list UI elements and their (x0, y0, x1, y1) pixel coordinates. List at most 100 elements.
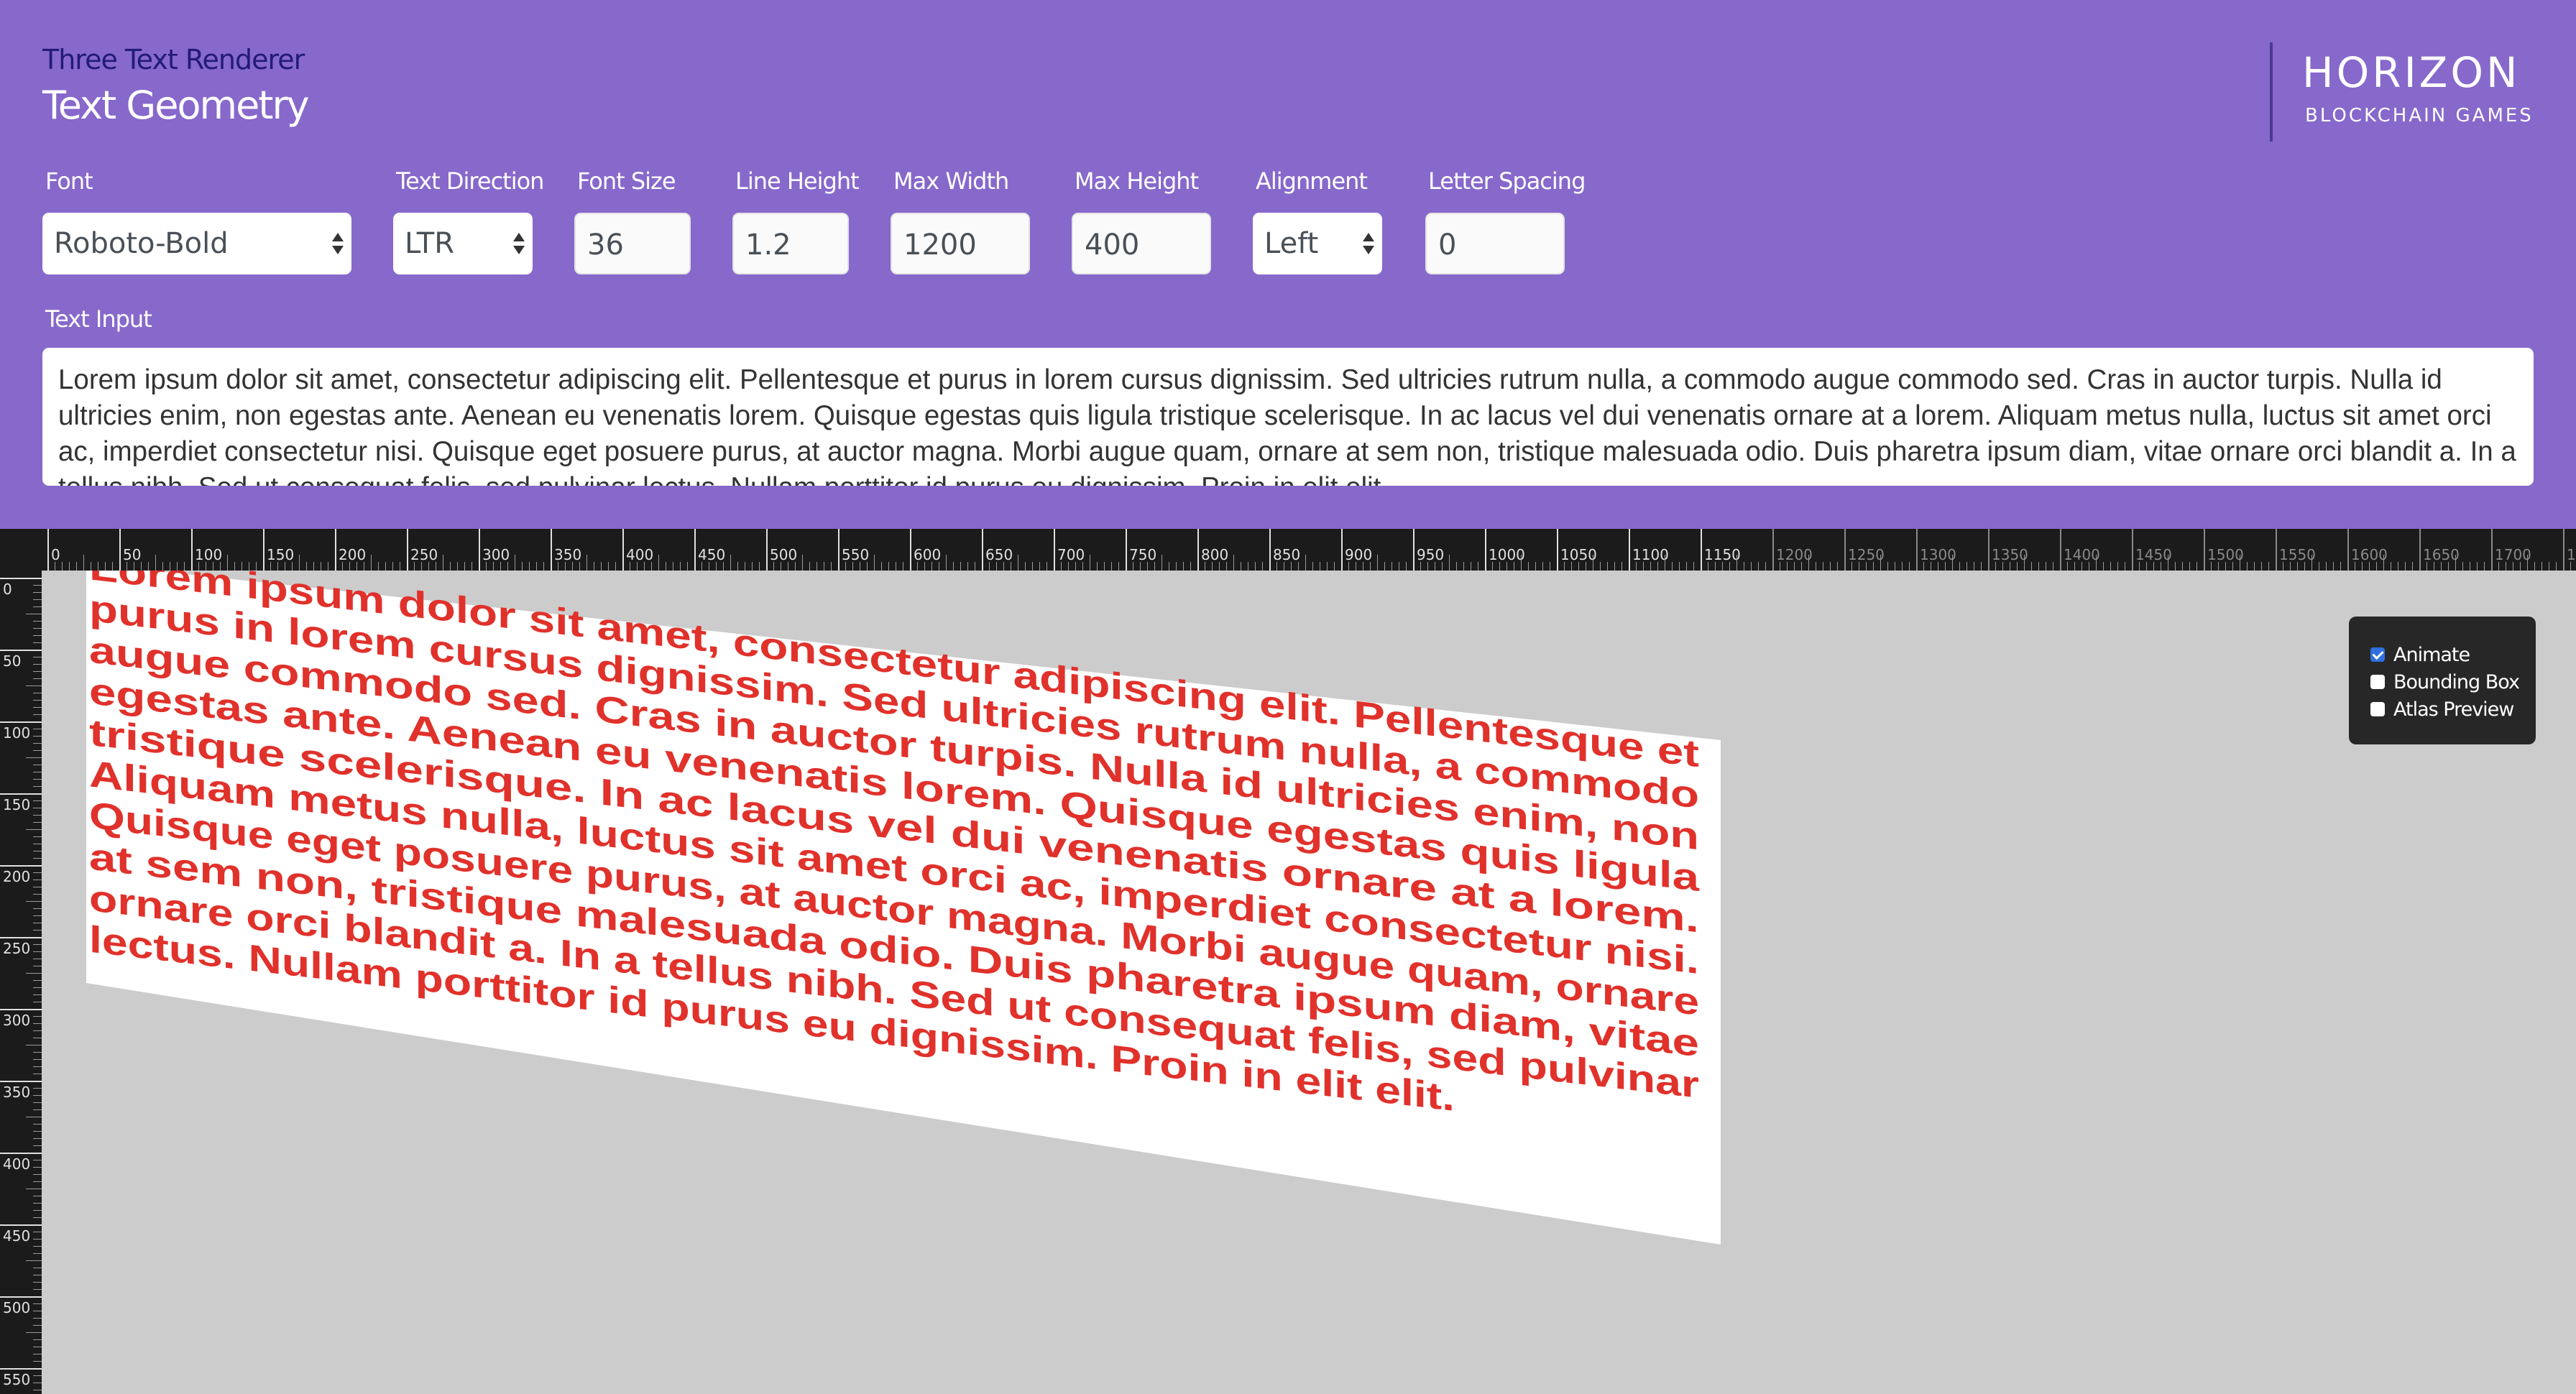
ruler-minor-tick (1312, 562, 1313, 571)
ruler-minor-tick (1370, 562, 1371, 571)
ruler-minor-tick (759, 562, 760, 571)
ruler-major-tick (2563, 529, 2564, 571)
ruler-minor-tick (2067, 562, 2068, 571)
ruler-vertical: 0 50 100 150 200 250 300 350 400 450 500 550 (0, 571, 42, 1394)
option-bounding-box[interactable]: Bounding Box (2370, 668, 2536, 696)
max-width-input[interactable]: 1200 (891, 213, 1030, 274)
render-viewport[interactable]: Lorem ipsum dolor sit amet, consectetur … (42, 571, 2576, 1394)
ruler-major-tick (407, 529, 408, 571)
ruler-major-tick (1844, 529, 1846, 571)
ruler-minor-tick (1061, 562, 1062, 571)
ruler-minor-tick (2110, 562, 2111, 571)
ruler-minor-tick (33, 1303, 42, 1304)
ruler-minor-tick (33, 671, 42, 672)
ruler-minor-tick (1442, 562, 1443, 571)
ruler-major-tick (0, 650, 42, 651)
ruler-minor-tick (2153, 562, 2154, 571)
ruler-tick-label: 550 (3, 1371, 31, 1388)
ruler-minor-tick (457, 562, 458, 571)
ruler-tick-label: 900 (1345, 546, 1373, 563)
ruler-minor-tick (565, 562, 566, 571)
ruler-minor-tick (874, 555, 875, 571)
ruler-minor-tick (989, 562, 990, 571)
ruler-tick-label: 100 (195, 546, 223, 563)
ruler-minor-tick (1571, 562, 1572, 571)
ruler-minor-tick (306, 562, 307, 571)
ruler-minor-tick (1449, 555, 1450, 571)
ruler-minor-tick (2031, 562, 2032, 571)
ruler-major-tick (910, 529, 911, 571)
ruler-minor-tick (802, 555, 803, 571)
ruler-minor-tick (105, 562, 106, 571)
text-direction-label: Text Direction (396, 167, 544, 195)
ruler-minor-tick (1104, 562, 1105, 571)
ruler-minor-tick (2448, 562, 2449, 571)
ruler-minor-tick (1291, 562, 1292, 571)
max-height-label: Max Height (1075, 167, 1199, 195)
ruler-major-tick (1557, 529, 1558, 571)
line-height-label: Line Height (735, 167, 860, 195)
ruler-minor-tick (26, 1045, 42, 1046)
letter-spacing-input[interactable]: 0 (1425, 213, 1565, 274)
ruler-minor-tick (155, 555, 156, 571)
ruler-major-tick (1341, 529, 1343, 571)
ruler-minor-tick (1952, 555, 1953, 571)
ruler-minor-tick (1722, 562, 1723, 571)
ruler-minor-tick (26, 829, 42, 830)
ruler-minor-tick (2369, 562, 2370, 571)
ruler-minor-tick (1643, 562, 1644, 571)
ruler-minor-tick (2477, 562, 2478, 571)
atlas-preview-label: Atlas Preview (2393, 698, 2514, 721)
ruler-minor-tick (1075, 562, 1076, 571)
ruler-major-tick (479, 529, 480, 571)
ruler-minor-tick (2556, 562, 2557, 571)
ruler-minor-tick (2333, 562, 2334, 571)
option-animate[interactable]: Animate (2370, 641, 2536, 668)
header-bar: Three Text Renderer Text Geometry HORIZO… (0, 0, 2576, 529)
ruler-major-tick (1197, 529, 1199, 571)
ruler-minor-tick (2412, 562, 2413, 571)
animate-checkbox[interactable] (2370, 647, 2385, 662)
ruler-minor-tick (1046, 562, 1047, 571)
ruler-tick-label: 1000 (1489, 546, 1525, 563)
ruler-tick-label: 1150 (1704, 546, 1741, 563)
ruler-major-tick (0, 1368, 42, 1370)
ruler-minor-tick (658, 555, 659, 571)
ruler-tick-label: 550 (842, 546, 870, 563)
line-height-input[interactable]: 1.2 (732, 213, 849, 274)
max-height-input[interactable]: 400 (1072, 213, 1211, 274)
ruler-minor-tick (2527, 555, 2528, 571)
ruler-minor-tick (33, 642, 42, 643)
ruler-minor-tick (234, 562, 235, 571)
ruler-minor-tick (2017, 562, 2018, 571)
ruler-minor-tick (148, 562, 149, 571)
ruler-minor-tick (33, 786, 42, 787)
ruler-minor-tick (888, 562, 889, 571)
ruler-minor-tick (33, 750, 42, 751)
ruler-major-tick (1269, 529, 1271, 571)
ruler-minor-tick (33, 815, 42, 816)
text-input-area[interactable]: Lorem ipsum dolor sit amet, consectetur … (42, 348, 2534, 486)
ruler-minor-tick (1600, 562, 1601, 571)
ruler-minor-tick (2498, 562, 2499, 571)
ruler-minor-tick (198, 562, 199, 571)
ruler-minor-tick (2096, 555, 2097, 571)
ruler-minor-tick (33, 1016, 42, 1017)
atlas-preview-checkbox[interactable] (2370, 702, 2385, 716)
alignment-select[interactable]: Left (1253, 213, 1382, 274)
ruler-tick-label: 1400 (2064, 546, 2100, 563)
font-select[interactable]: Roboto-Bold (42, 213, 351, 274)
ruler-minor-tick (651, 562, 652, 571)
animate-label: Animate (2393, 643, 2470, 666)
ruler-tick-label: 17 (2567, 546, 2576, 563)
option-atlas-preview[interactable]: Atlas Preview (2370, 696, 2536, 723)
font-size-input[interactable]: 36 (574, 213, 691, 274)
ruler-minor-tick (33, 714, 42, 715)
ruler-major-tick (1916, 529, 1918, 571)
ruler-minor-tick (1140, 562, 1141, 571)
ruler-minor-tick (543, 562, 544, 571)
bounding-box-checkbox[interactable] (2370, 675, 2385, 689)
ruler-minor-tick (33, 628, 42, 629)
ruler-minor-tick (1578, 562, 1579, 571)
text-direction-select[interactable]: LTR (393, 213, 533, 274)
